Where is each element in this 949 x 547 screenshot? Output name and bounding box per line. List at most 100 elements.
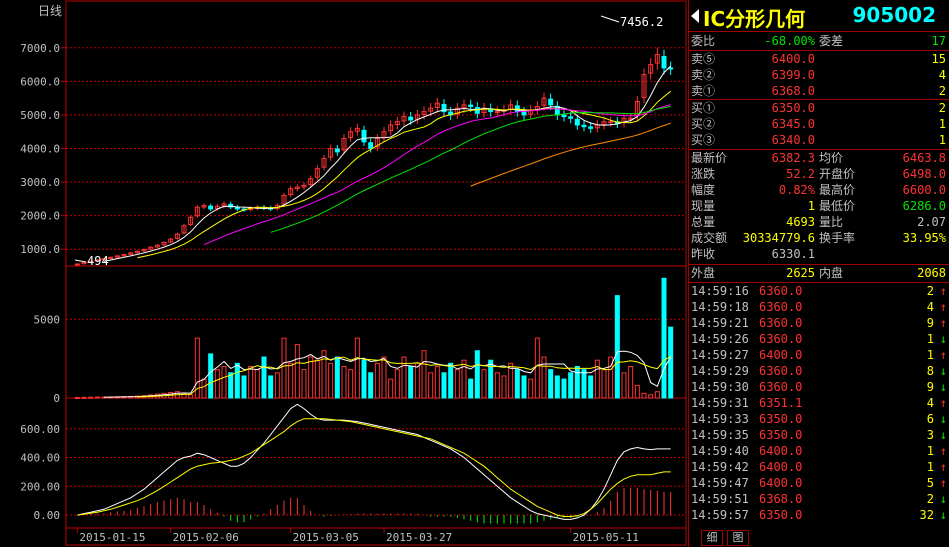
volume-bar <box>641 392 647 399</box>
candle-body <box>368 142 374 150</box>
volume-bar <box>481 369 487 399</box>
macd-plot <box>77 403 672 524</box>
tick-time: 14:59:30 <box>691 380 749 394</box>
price-tick-label: 6000.0 <box>20 75 60 88</box>
tick-price: 6360.0 <box>759 300 803 314</box>
volume-bar <box>261 356 267 399</box>
volume-plot <box>74 277 674 400</box>
tick-time: 14:59:33 <box>691 412 749 426</box>
tick-volume: 2 <box>926 284 934 298</box>
volume-bar <box>621 372 627 399</box>
volume-tick-label: 5000 <box>34 313 61 326</box>
volume-bar <box>461 359 467 399</box>
arrow-up-icon: ↑ <box>939 316 947 330</box>
buy-row: 买② 6345.0 1 <box>689 116 949 132</box>
candle-body <box>74 263 80 266</box>
volume-bar <box>374 362 380 399</box>
buy-price: 6340.0 <box>771 133 815 147</box>
chart-grid <box>65 0 687 546</box>
volume-bar <box>634 384 640 399</box>
tick-price: 6400.0 <box>759 444 803 458</box>
stat-label: 换手率 <box>819 231 856 245</box>
stat-label: 现量 <box>691 199 716 213</box>
candle-body <box>581 124 587 128</box>
arrow-down-icon: ↓ <box>939 428 947 442</box>
arrow-up-icon: ↑ <box>939 300 947 314</box>
tab-chart[interactable]: 图 <box>727 530 749 546</box>
volume-bar <box>328 362 334 399</box>
tick-time: 14:59:26 <box>691 332 749 346</box>
volume-bar <box>214 369 220 399</box>
volume-bar <box>394 369 400 399</box>
sell-row: 卖② 6399.0 4 <box>689 67 949 83</box>
stat-row: 成交额 30334779.6 换手率 33.95% <box>689 230 949 246</box>
inner-label: 内盘 <box>819 266 844 280</box>
kline-chart[interactable]: 7000.0 6000.0 5000.0 4000.0 3000.0 2000.0 1000… <box>0 0 688 547</box>
arrow-up-icon: ↑ <box>939 476 947 490</box>
tick-volume: 2 <box>926 492 934 506</box>
tick-volume: 1 <box>926 348 934 362</box>
buy-row: 买③ 6340.0 1 <box>689 132 949 148</box>
stat-label: 涨跌 <box>691 167 716 181</box>
tick-volume: 9 <box>926 380 934 394</box>
back-arrow-icon[interactable] <box>691 9 699 23</box>
tick-row: 14:59:57 6350.0 32 ↓ <box>689 507 949 523</box>
stat-label: 成交额 <box>691 231 728 245</box>
arrow-up-icon: ↑ <box>939 396 947 410</box>
arrow-up-icon: ↑ <box>939 284 947 298</box>
stat-label: 量比 <box>819 215 844 229</box>
arrow-down-icon: ↓ <box>939 380 947 394</box>
volume-bar <box>254 369 260 399</box>
stat-label: 总量 <box>691 215 716 229</box>
volume-bar <box>588 375 594 399</box>
ma5-line <box>103 65 672 262</box>
tick-time: 14:59:51 <box>691 492 749 506</box>
buy-price: 6350.0 <box>771 101 815 115</box>
tick-time: 14:59:16 <box>691 284 749 298</box>
volume-bar <box>581 369 587 399</box>
tick-row: 14:59:29 6360.0 8 ↓ <box>689 363 949 379</box>
tick-time: 14:59:27 <box>691 348 749 362</box>
price-tick-label: 3000.0 <box>20 176 60 189</box>
max-price-label: 7456.2 <box>620 15 663 29</box>
stat-value: 6382.3 <box>771 151 815 165</box>
date-tick-label: 2015-01-15 <box>79 531 145 544</box>
buy-row: 买① 6350.0 2 <box>689 100 949 116</box>
candle-body <box>474 107 480 114</box>
volume-bar <box>94 396 100 399</box>
sell-label: 卖① <box>691 84 716 98</box>
tick-row: 14:59:18 6360.0 4 ↑ <box>689 299 949 315</box>
tick-time: 14:59:21 <box>691 316 749 330</box>
candle-body <box>561 114 567 118</box>
arrow-up-icon: ↑ <box>939 460 947 474</box>
stat-label: 开盘价 <box>819 167 856 181</box>
stat-row: 最新价 6382.3 均价 6463.8 <box>689 150 949 166</box>
candle-body <box>208 205 214 210</box>
candle-body <box>568 116 574 119</box>
outer-inner-row: 外盘 2625 内盘 2068 <box>689 265 949 281</box>
price-tick-label: 2000.0 <box>20 210 60 223</box>
volume-bar <box>228 372 234 399</box>
stat-label: 幅度 <box>691 183 716 197</box>
min-price-pointer <box>74 259 87 263</box>
volume-bar <box>574 366 580 399</box>
date-tick-label: 2015-05-11 <box>573 531 639 544</box>
tick-price: 6360.0 <box>759 332 803 346</box>
weicha-label: 委差 <box>819 34 844 48</box>
date-tick-label: 2015-03-27 <box>386 531 452 544</box>
tick-time: 14:59:18 <box>691 300 749 314</box>
volume-bar <box>208 353 214 399</box>
bottom-tabs: 细 图 <box>689 529 949 547</box>
stat-row: 涨跌 52.2 开盘价 6498.0 <box>689 166 949 182</box>
stat-label: 最低价 <box>819 199 856 213</box>
arrow-up-icon: ↑ <box>939 444 947 458</box>
tab-detail[interactable]: 细 <box>701 530 723 546</box>
volume-bar <box>348 369 354 399</box>
tick-price: 6351.1 <box>759 396 803 410</box>
tick-row: 14:59:51 6368.0 2 ↓ <box>689 491 949 507</box>
sell-row: 卖① 6368.0 2 <box>689 83 949 99</box>
volume-bar <box>294 343 300 399</box>
tick-price: 6350.0 <box>759 428 803 442</box>
volume-bar <box>648 394 654 399</box>
stat-value: 33.95% <box>902 231 946 245</box>
